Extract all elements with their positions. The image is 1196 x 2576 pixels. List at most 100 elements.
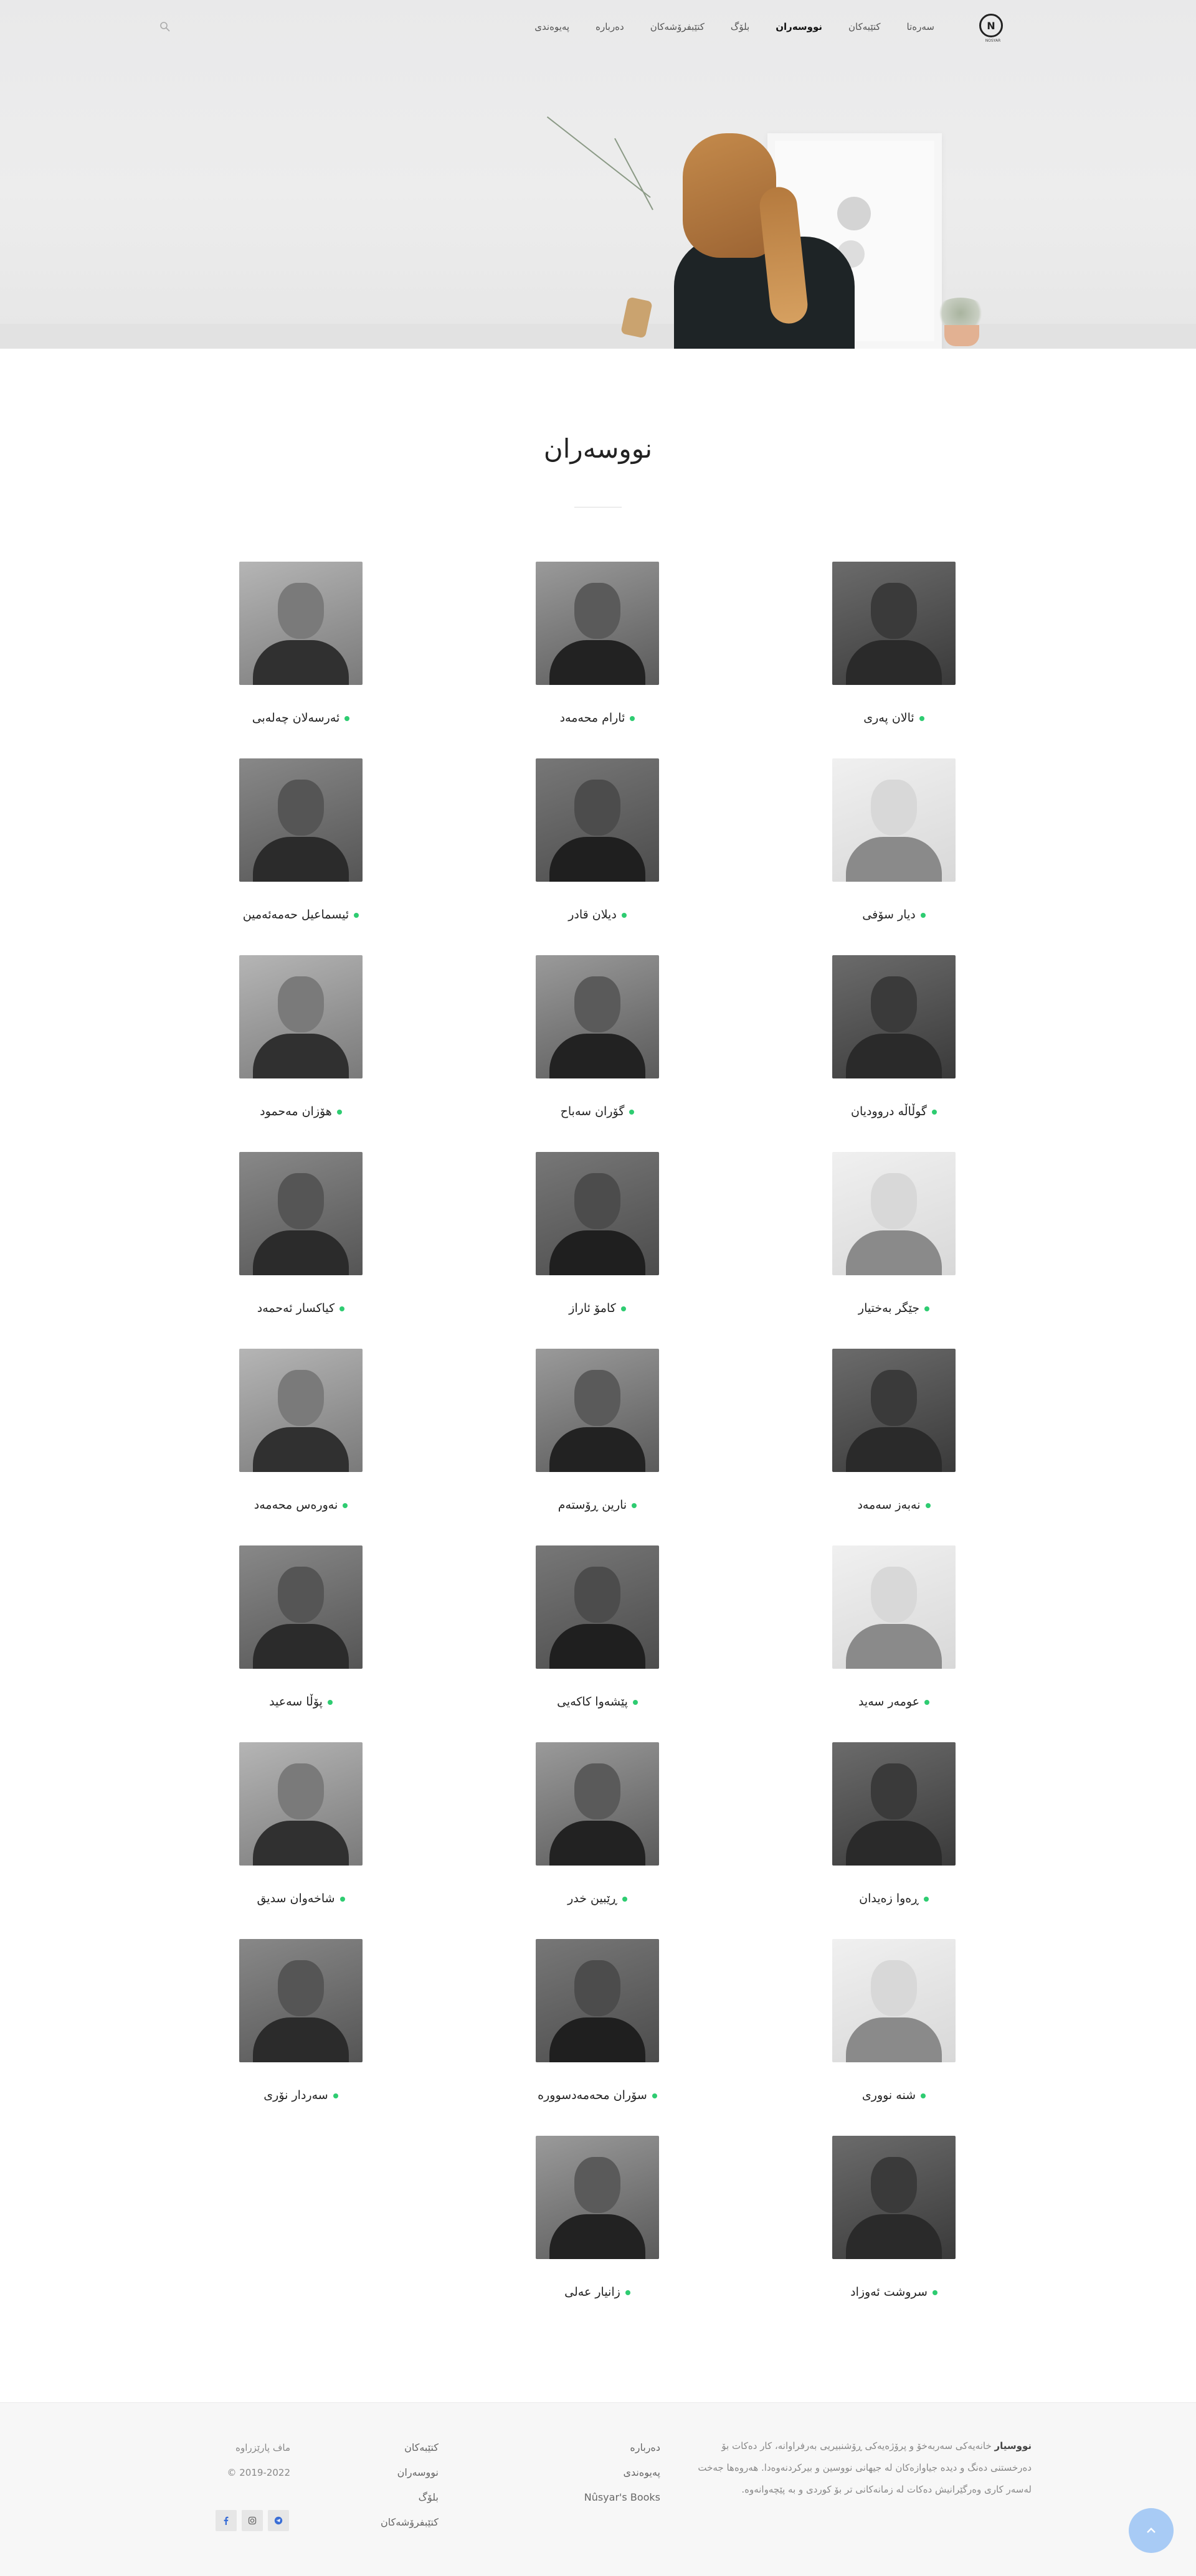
writer-photo[interactable] [239, 955, 363, 1078]
writer-name[interactable]: جێگر بەختیار [832, 1301, 956, 1315]
writer-name[interactable]: پێشەوا کاکەیی [536, 1695, 659, 1709]
writer-name[interactable]: شاخەوان سدیق [239, 1892, 363, 1905]
footer-link-about[interactable]: دەربارە [584, 2435, 660, 2460]
writer-photo[interactable] [536, 562, 659, 685]
writer-card[interactable]: ڕێبین خدر [536, 1742, 660, 1905]
writer-photo[interactable] [536, 758, 659, 882]
writer-card[interactable]: ئەرسەلان چەلەبی [239, 562, 364, 725]
writer-photo[interactable] [239, 1545, 363, 1669]
writer-photo[interactable] [832, 758, 956, 882]
nav-item-5[interactable]: کتێبفرۆشەکان [650, 21, 705, 32]
writer-name[interactable]: سەردار نۆری [239, 2088, 363, 2102]
writer-card[interactable]: کیاکسار ئەحمەد [239, 1152, 364, 1315]
writer-card[interactable]: پێشەوا کاکەیی [536, 1545, 660, 1709]
footer-link-books[interactable]: کتێبەکان [381, 2435, 439, 2460]
nav-item-4[interactable]: بلۆگ [731, 21, 749, 32]
writer-name[interactable]: کامۆ ئاراز [536, 1301, 659, 1315]
writer-card[interactable]: گۆران سەباح [536, 955, 660, 1118]
nav-item-6[interactable]: دەربارە [596, 21, 624, 32]
writer-name[interactable]: ڕێبین خدر [536, 1892, 659, 1905]
writer-photo[interactable] [536, 1152, 659, 1275]
footer-link-books-en[interactable]: Nûsyar's Books [584, 2485, 660, 2510]
nav-item-2[interactable]: کتێبەکان [848, 21, 881, 32]
footer-link-writers[interactable]: نووسەران [381, 2460, 439, 2485]
writer-name[interactable]: گۆران سەباح [536, 1105, 659, 1118]
writer-name[interactable]: زانیار عەلی [536, 2285, 659, 2299]
writer-card[interactable]: ڕەوا زەیدان [832, 1742, 957, 1905]
writer-name[interactable]: سروشت ئەوزاد [832, 2285, 956, 2299]
writer-photo[interactable] [536, 2136, 659, 2259]
writer-card[interactable]: پۆڵا سەعید [239, 1545, 364, 1709]
writer-photo[interactable] [239, 562, 363, 685]
writer-card[interactable]: دیار سۆفی [832, 758, 957, 922]
writer-card[interactable]: دیلان قادر [536, 758, 660, 922]
footer-link-blog[interactable]: بلۆگ [381, 2485, 439, 2510]
writer-name[interactable]: ئیسماعیل حەمەئەمین [239, 908, 363, 922]
writer-card[interactable]: شنە نووری [832, 1939, 957, 2102]
writer-photo[interactable] [239, 1349, 363, 1472]
writer-card[interactable]: زانیار عەلی [536, 2136, 660, 2299]
writer-photo[interactable] [832, 562, 956, 685]
writer-card[interactable]: جێگر بەختیار [832, 1152, 957, 1315]
instagram-icon[interactable] [242, 2510, 263, 2531]
writer-card[interactable]: سروشت ئەوزاد [832, 2136, 957, 2299]
writer-photo[interactable] [536, 1939, 659, 2062]
writer-name[interactable]: ئارام محەمەد [536, 711, 659, 725]
writer-name[interactable]: هۆزان مەحمود [239, 1105, 363, 1118]
nav-item-7[interactable]: پەیوەندی [534, 21, 569, 32]
writer-name[interactable]: نەورەس محەمەد [239, 1498, 363, 1512]
writer-photo[interactable] [832, 1742, 956, 1866]
writer-photo[interactable] [832, 1545, 956, 1669]
main-menu: سەرەتا کتێبەکان نووسەران بلۆگ کتێبفرۆشەکان دە… [534, 21, 934, 32]
back-to-top-button[interactable] [1129, 2508, 1174, 2553]
writer-photo[interactable] [536, 955, 659, 1078]
writer-card[interactable]: هۆزان مەحمود [239, 955, 364, 1118]
writer-name[interactable]: گوڵاڵە درووديان [832, 1105, 956, 1118]
search-icon[interactable] [159, 21, 171, 32]
writer-photo[interactable] [239, 1742, 363, 1866]
writer-card[interactable]: ئالان پەری [832, 562, 957, 725]
writer-name[interactable]: عومەر سەید [832, 1695, 956, 1709]
writer-card[interactable]: نەورەس محەمەد [239, 1349, 364, 1512]
writer-photo[interactable] [832, 1349, 956, 1472]
writer-name[interactable]: نەبەز سەمەد [832, 1498, 956, 1512]
writer-photo[interactable] [832, 1152, 956, 1275]
writer-card[interactable]: گوڵاڵە درووديان [832, 955, 957, 1118]
writer-name[interactable]: پۆڵا سەعید [239, 1695, 363, 1709]
nav-item-1[interactable]: سەرەتا [907, 21, 934, 32]
writer-photo[interactable] [239, 1152, 363, 1275]
facebook-icon[interactable] [216, 2510, 237, 2531]
telegram-icon[interactable] [268, 2510, 289, 2531]
writer-name[interactable]: دیار سۆفی [832, 908, 956, 922]
writer-name[interactable]: ڕەوا زەیدان [832, 1892, 956, 1905]
writer-card[interactable]: ئارام محەمەد [536, 562, 660, 725]
writer-card[interactable]: نارین ڕۆستەم [536, 1349, 660, 1512]
site-logo[interactable]: N NOSYAR [979, 14, 1007, 44]
writer-card[interactable]: سەردار نۆری [239, 1939, 364, 2102]
footer-link-contact[interactable]: پەیوەندی [584, 2460, 660, 2485]
writer-name[interactable]: ئەرسەلان چەلەبی [239, 711, 363, 725]
nav-item-3[interactable]: نووسەران [776, 21, 822, 32]
writer-photo[interactable] [536, 1545, 659, 1669]
writer-card[interactable]: کامۆ ئاراز [536, 1152, 660, 1315]
writer-card[interactable]: سۆران محەمەدسوورە [536, 1939, 660, 2102]
writer-photo[interactable] [832, 2136, 956, 2259]
writer-photo[interactable] [832, 955, 956, 1078]
writer-name[interactable]: دیلان قادر [536, 908, 659, 922]
writer-name[interactable]: ئالان پەری [832, 711, 956, 725]
writer-card[interactable]: عومەر سەید [832, 1545, 957, 1709]
writer-name[interactable]: نارین ڕۆستەم [536, 1498, 659, 1512]
writer-photo[interactable] [239, 758, 363, 882]
footer-link-bookstores[interactable]: کتێبفرۆشەکان [381, 2510, 439, 2535]
writer-name[interactable]: شنە نووری [832, 2088, 956, 2102]
online-dot [652, 2093, 657, 2098]
writer-name[interactable]: سۆران محەمەدسوورە [536, 2088, 659, 2102]
writer-card[interactable]: نەبەز سەمەد [832, 1349, 957, 1512]
writer-card[interactable]: شاخەوان سدیق [239, 1742, 364, 1905]
writer-photo[interactable] [832, 1939, 956, 2062]
writer-photo[interactable] [239, 1939, 363, 2062]
writer-photo[interactable] [536, 1349, 659, 1472]
writer-name[interactable]: کیاکسار ئەحمەد [239, 1301, 363, 1315]
writer-card[interactable]: ئیسماعیل حەمەئەمین [239, 758, 364, 922]
writer-photo[interactable] [536, 1742, 659, 1866]
